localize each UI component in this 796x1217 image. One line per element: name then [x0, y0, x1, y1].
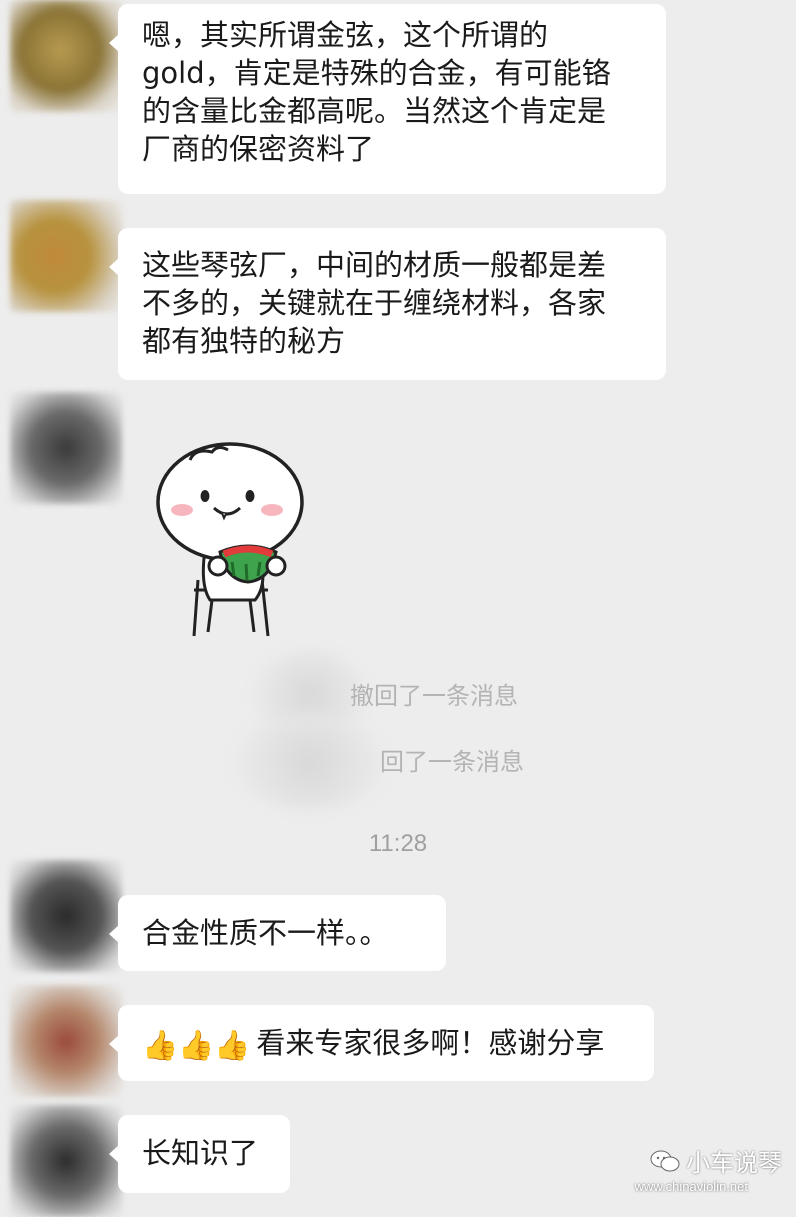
message-text: 长知识了 [142, 1136, 259, 1170]
message-line: 嗯，其实所谓金弦，这个所谓的 [142, 18, 549, 52]
recall-notice: 回了一条消息 [380, 748, 524, 776]
message-line: 厂商的保密资料了 [142, 132, 375, 166]
message-line: 这些琴弦厂，中间的材质一般都是差 [142, 248, 607, 282]
message-bubble[interactable]: 合金性质不一样。。 [109, 895, 446, 971]
watermark-url: www.chinaviolin.net [634, 1179, 748, 1194]
message-line: 不多的，关键就在于缠绕材料，各家 [142, 286, 607, 320]
avatar[interactable] [10, 200, 122, 312]
recall-notice: 撤回了一条消息 [350, 682, 518, 710]
watermark-name: 小车说琴 [686, 1149, 782, 1177]
avatar[interactable] [10, 985, 122, 1097]
message-text: 合金性质不一样。。 [142, 916, 389, 950]
watermark: 小车说琴 [650, 1143, 782, 1178]
timestamp: 11:28 [368, 830, 428, 857]
thumbs-up-icon: 👍👍👍 [142, 1028, 251, 1062]
message-line: 都有独特的秘方 [142, 324, 346, 358]
message-bubble[interactable]: 长知识了 [109, 1115, 290, 1193]
message-text: 看来专家很多啊！感谢分享 [256, 1026, 605, 1060]
wechat-icon [650, 1150, 680, 1171]
message-line: 的含量比金都高呢。当然这个肯定是 [142, 94, 607, 128]
avatar[interactable] [10, 860, 122, 972]
blurred-name [235, 715, 385, 810]
sticker-bun-eating-watermelon-icon[interactable] [150, 440, 320, 640]
message-bubble[interactable]: 这些琴弦厂，中间的材质一般都是差 不多的，关键就在于缠绕材料，各家 都有独特的秘… [109, 228, 666, 380]
message-bubble[interactable]: 嗯，其实所谓金弦，这个所谓的 gold，肯定是特殊的合金，有可能铬 的含量比金都… [109, 4, 666, 194]
avatar[interactable] [10, 1105, 122, 1217]
avatar[interactable] [10, 392, 122, 504]
avatar[interactable] [10, 0, 122, 112]
message-bubble[interactable]: 👍👍👍 看来专家很多啊！感谢分享 [109, 1005, 654, 1081]
message-line: gold，肯定是特殊的合金，有可能铬 [142, 56, 611, 90]
